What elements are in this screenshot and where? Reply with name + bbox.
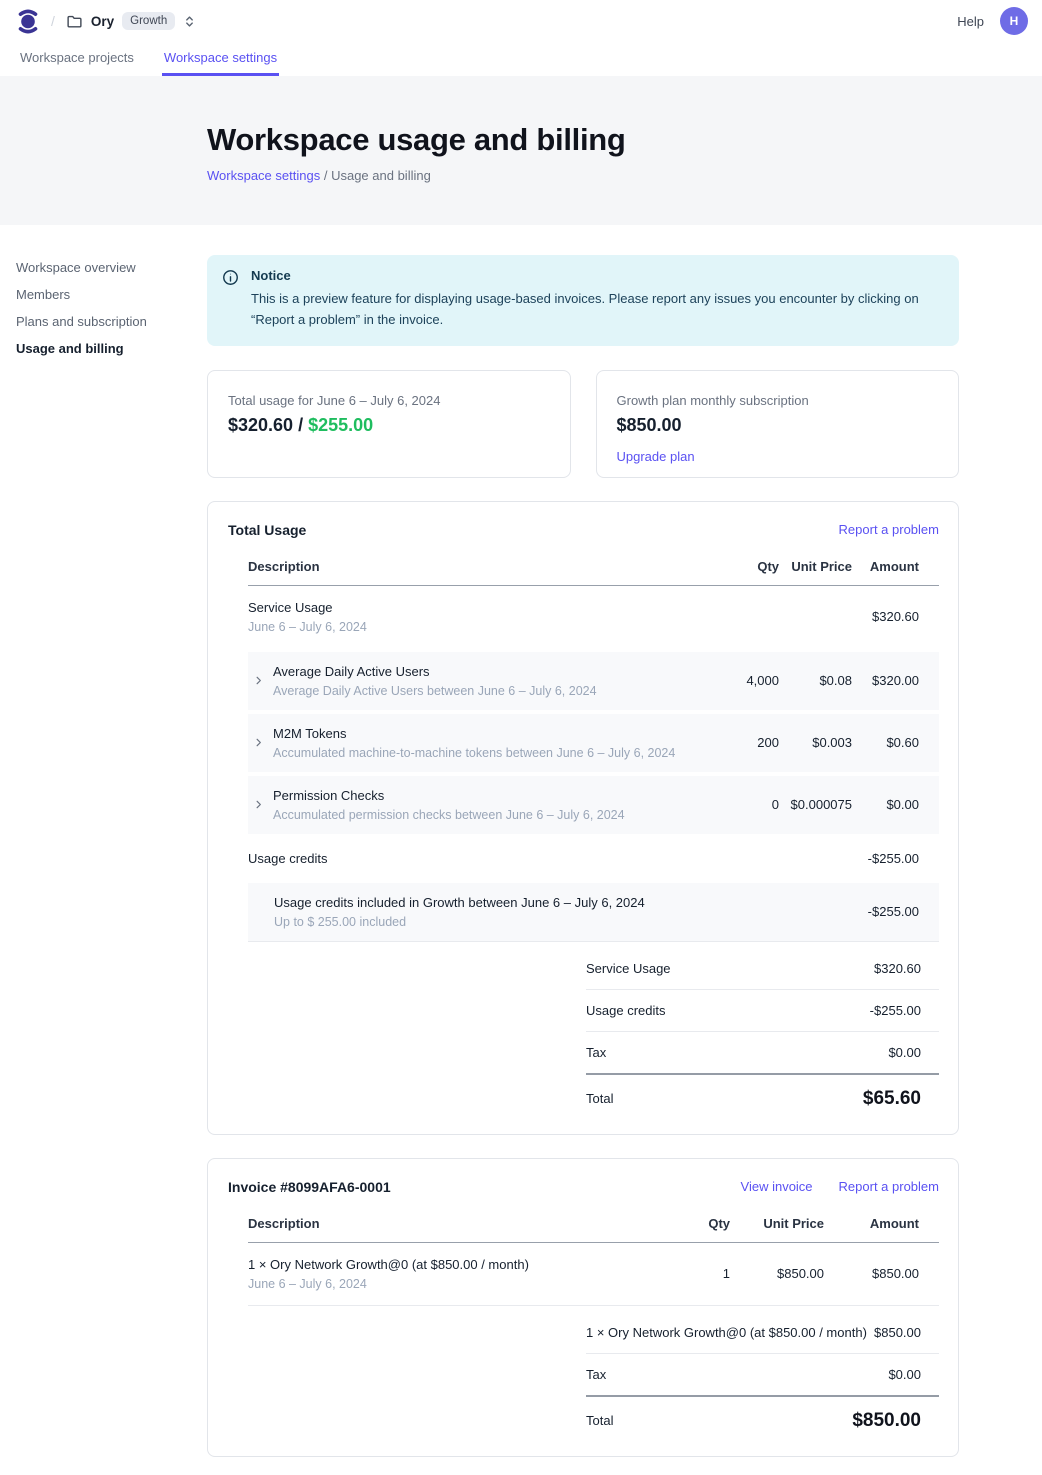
breadcrumb-settings-link[interactable]: Workspace settings [207, 168, 320, 183]
workspace-tabs: Workspace projects Workspace settings [0, 42, 1042, 76]
tab-workspace-projects[interactable]: Workspace projects [18, 42, 136, 76]
invoice-summary-row-plan: 1 × Ory Network Growth@0 (at $850.00 / m… [586, 1312, 939, 1354]
sidebar-item-plans-subscription[interactable]: Plans and subscription [16, 314, 207, 329]
help-link[interactable]: Help [957, 14, 984, 29]
invoice-summary-row-total: Total $850.00 [586, 1397, 939, 1434]
usage-summary: Service Usage $320.60 Usage credits -$25… [586, 948, 939, 1112]
invoice-summary: 1 × Ory Network Growth@0 (at $850.00 / m… [586, 1312, 939, 1434]
invoice-summary-row-tax: Tax $0.00 [586, 1354, 939, 1397]
subscription-amount: $850.00 [617, 415, 939, 436]
breadcrumb-separator: / [51, 13, 55, 29]
usage-table-header: Description Qty Unit Price Amount [248, 559, 939, 586]
usage-report-problem-link[interactable]: Report a problem [839, 522, 939, 537]
info-icon [222, 269, 239, 331]
view-invoice-link[interactable]: View invoice [741, 1179, 813, 1194]
table-row-daily-active-users: Average Daily Active Users Average Daily… [248, 652, 939, 710]
ory-logo-icon[interactable] [16, 8, 40, 35]
total-usage-card: Total usage for June 6 – July 6, 2024 $3… [207, 370, 571, 478]
breadcrumb-current: Usage and billing [331, 168, 431, 183]
settings-sidenav: Workspace overview Members Plans and sub… [16, 255, 207, 1457]
table-row-service-usage: Service Usage June 6 – July 6, 2024 $320… [248, 586, 939, 648]
chevron-right-icon[interactable] [253, 675, 264, 686]
workspace-name: Ory [91, 14, 114, 29]
summary-row-total: Total $65.60 [586, 1075, 939, 1112]
table-row-usage-credits-detail: Usage credits included in Growth between… [248, 883, 939, 942]
summary-row-service-usage: Service Usage $320.60 [586, 948, 939, 990]
breadcrumb-separator: / [324, 168, 331, 183]
total-usage-panel: Total Usage Report a problem Description… [207, 501, 959, 1135]
breadcrumb: Workspace settings / Usage and billing [207, 168, 1042, 183]
folder-icon [66, 13, 83, 30]
sidebar-item-workspace-overview[interactable]: Workspace overview [16, 260, 207, 275]
usage-panel-title: Total Usage [228, 522, 306, 538]
subscription-label: Growth plan monthly subscription [617, 393, 939, 408]
table-row-permission-checks: Permission Checks Accumulated permission… [248, 776, 939, 834]
avatar[interactable]: H [1000, 7, 1028, 35]
notice-title: Notice [251, 268, 941, 283]
summary-row-tax: Tax $0.00 [586, 1032, 939, 1075]
total-usage-amount: $320.60 / $255.00 [228, 415, 550, 436]
tab-workspace-settings[interactable]: Workspace settings [162, 42, 279, 76]
summary-row-usage-credits: Usage credits -$255.00 [586, 990, 939, 1032]
invoice-report-problem-link[interactable]: Report a problem [839, 1179, 939, 1194]
notice-body: This is a preview feature for displaying… [251, 289, 941, 331]
invoice-title: Invoice #8099AFA6-0001 [228, 1179, 391, 1195]
sidebar-item-members[interactable]: Members [16, 287, 207, 302]
usage-credit-amount: $255.00 [308, 415, 373, 435]
upgrade-plan-link[interactable]: Upgrade plan [617, 449, 695, 464]
chevron-right-icon[interactable] [253, 737, 264, 748]
chevron-right-icon[interactable] [253, 799, 264, 810]
workspace-selector[interactable]: Ory Growth [66, 12, 196, 30]
invoice-row-growth-plan: 1 × Ory Network Growth@0 (at $850.00 / m… [248, 1243, 939, 1306]
subscription-card: Growth plan monthly subscription $850.00… [596, 370, 960, 478]
plan-badge: Growth [122, 12, 175, 30]
page-title: Workspace usage and billing [207, 122, 1042, 158]
table-row-m2m-tokens: M2M Tokens Accumulated machine-to-machin… [248, 714, 939, 772]
preview-notice: Notice This is a preview feature for dis… [207, 255, 959, 346]
table-row-usage-credits: Usage credits -$255.00 [248, 838, 939, 879]
page-header: Workspace usage and billing Workspace se… [0, 76, 1042, 225]
total-usage-label: Total usage for June 6 – July 6, 2024 [228, 393, 550, 408]
sidebar-item-usage-billing[interactable]: Usage and billing [16, 341, 207, 356]
invoice-table-header: Description Qty Unit Price Amount [248, 1216, 939, 1243]
unfold-chevrons-icon[interactable] [183, 15, 196, 28]
invoice-panel: Invoice #8099AFA6-0001 View invoice Repo… [207, 1158, 959, 1457]
top-bar: / Ory Growth Help H [0, 0, 1042, 42]
